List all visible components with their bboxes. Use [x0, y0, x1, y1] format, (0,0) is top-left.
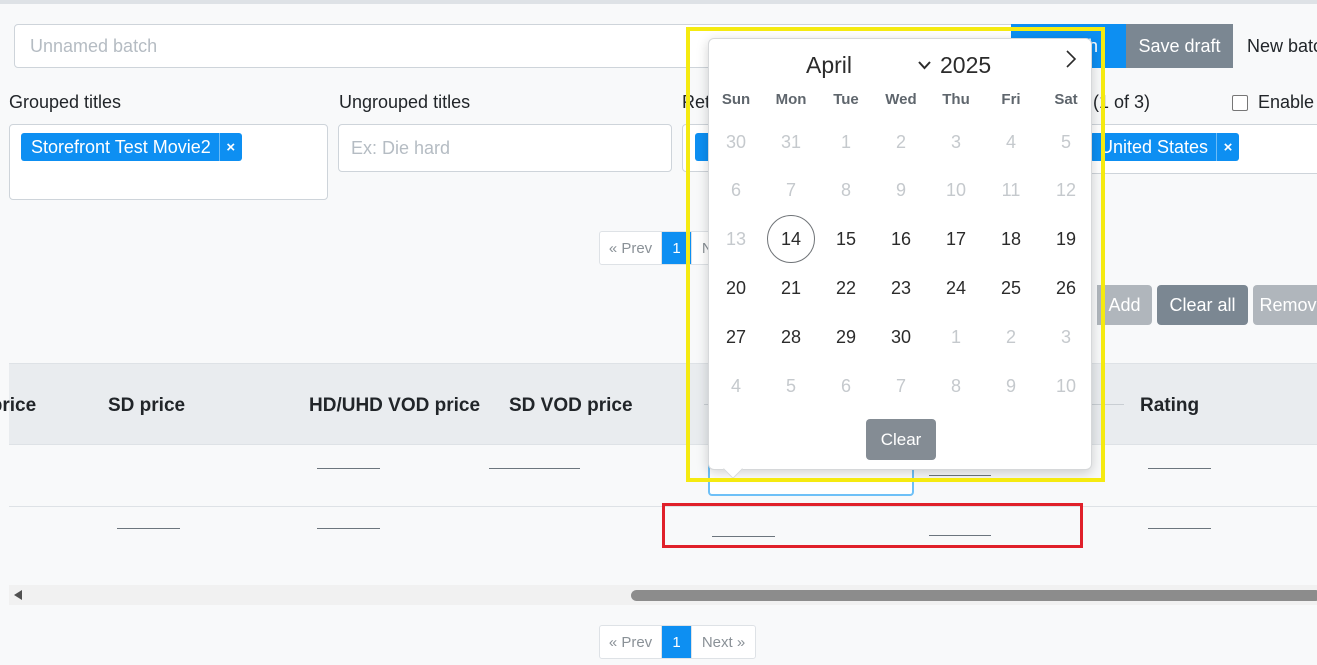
cell-input-rating[interactable] [1148, 468, 1211, 469]
cell-input-rating[interactable] [1148, 528, 1211, 529]
remove-button[interactable]: Remove [1253, 285, 1317, 325]
scroll-left-arrow-icon[interactable] [14, 590, 22, 600]
cell-input-hd-uhd-vod[interactable] [317, 468, 380, 469]
new-batch-link[interactable]: New batch [1247, 36, 1317, 57]
column-header-sd-price: SD price [108, 395, 186, 416]
cell-input-sd-vod[interactable] [489, 468, 580, 469]
ungrouped-titles-input[interactable] [339, 125, 671, 171]
cell-input-sd-price[interactable] [117, 528, 180, 529]
enable-rules-checkbox[interactable] [1232, 94, 1248, 111]
pagination-bottom: « Prev 1 Next » [599, 625, 756, 659]
column-header-hd-price: HD price [0, 395, 37, 416]
tag-label: United States [1100, 136, 1209, 157]
current-page[interactable]: 1 [662, 626, 691, 658]
scrollbar-thumb[interactable] [631, 590, 1317, 601]
column-header-rating: Rating [1140, 395, 1200, 416]
save-draft-button[interactable]: Save draft [1126, 24, 1233, 68]
add-button[interactable]: Add [1097, 285, 1152, 325]
table-row [9, 445, 1317, 507]
enable-rules-label: Enable rules [1258, 92, 1317, 112]
column-header-hd-uhd-vod-price: HD/UHD VOD price [309, 395, 481, 416]
tag-label: Storefront Test Movie2 [31, 136, 211, 157]
prev-page-button[interactable]: « Prev [600, 626, 662, 658]
tag-remove-icon[interactable]: × [1216, 133, 1239, 161]
highlight-target-row-dates [662, 503, 1083, 548]
top-strip [0, 0, 1317, 4]
prev-page-button[interactable]: « Prev [600, 232, 662, 264]
highlight-date-picker [686, 27, 1105, 482]
grouped-title-tag: Storefront Test Movie2 × [21, 133, 242, 161]
tag-remove-icon[interactable]: × [218, 133, 242, 161]
grouped-titles-label: Grouped titles [9, 92, 122, 112]
cell-input-hd-uhd-vod[interactable] [317, 528, 380, 529]
clear-all-button[interactable]: Clear all [1157, 285, 1248, 325]
ungrouped-titles-label: Ungrouped titles [339, 92, 471, 112]
enable-rules-toggle[interactable]: Enable rules [1232, 92, 1317, 113]
ungrouped-titles-field[interactable] [338, 124, 672, 172]
column-header-sd-vod-price: SD VOD price [509, 395, 633, 416]
next-page-button[interactable]: Next » [691, 626, 755, 658]
country-tag: United States × [1090, 133, 1240, 161]
